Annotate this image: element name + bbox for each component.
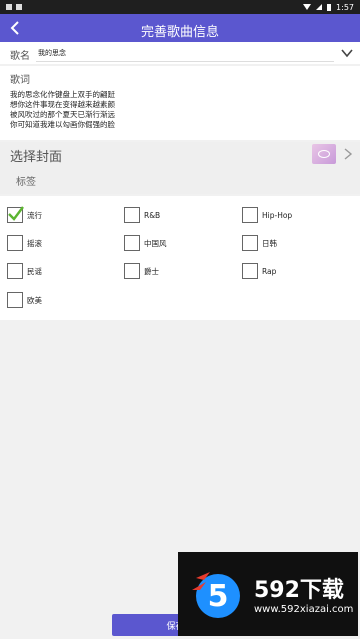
tags-grid: 流行 R&B Hip-Hop 摇滚 中国风 日韩 民谣 爵士 Rap 欧美 — [0, 196, 360, 320]
tags-label: 标签 — [16, 177, 36, 188]
cover-thumbnail[interactable] — [312, 144, 336, 164]
tag-checkbox-jazz[interactable]: 爵士 — [124, 263, 159, 279]
checkbox[interactable] — [242, 263, 258, 279]
lyrics-textarea[interactable]: 我的思念化作键盘上双手的翩跹 想你这件事现在变得越来越素颜 被风吹过的那个夏天已… — [10, 90, 130, 130]
tag-checkbox-rap[interactable]: Rap — [242, 263, 276, 279]
checkbox[interactable] — [7, 206, 24, 223]
checkbox[interactable] — [7, 292, 23, 308]
checkbox[interactable] — [124, 207, 140, 223]
song-name-row: 歌名 我的思念 — [0, 42, 360, 64]
tag-label: 摇滚 — [27, 238, 42, 248]
tag-checkbox-pop[interactable]: 流行 — [7, 206, 42, 223]
signal-icon — [316, 4, 323, 10]
status-bar: 1:57 — [0, 0, 360, 14]
lyrics-label: 歌词 — [10, 75, 30, 86]
checkbox[interactable] — [7, 235, 23, 251]
app-bar: 完善歌曲信息 — [0, 14, 360, 42]
eye-icon — [318, 150, 330, 158]
tag-label: R&B — [144, 210, 161, 220]
tag-label: 日韩 — [262, 238, 277, 248]
tag-label: 爵士 — [144, 266, 159, 276]
checkbox[interactable] — [124, 263, 140, 279]
watermark: 5 592下载 www.592xiazai.com — [178, 552, 358, 636]
song-name-input[interactable]: 我的思念 — [38, 48, 66, 58]
tag-label: 流行 — [27, 210, 42, 220]
input-underline — [36, 61, 334, 62]
select-cover-row[interactable]: 选择封面 — [0, 142, 360, 166]
tag-checkbox-folk[interactable]: 民谣 — [7, 263, 42, 279]
tag-label: 中国风 — [144, 238, 167, 248]
tag-checkbox-rock[interactable]: 摇滚 — [7, 235, 42, 251]
checkbox[interactable] — [124, 235, 140, 251]
checkmark-icon — [8, 206, 24, 221]
tag-checkbox-western[interactable]: 欧美 — [7, 292, 42, 308]
select-cover-label: 选择封面 — [10, 150, 63, 165]
page-title: 完善歌曲信息 — [140, 25, 219, 40]
tags-header: 标签 — [0, 166, 360, 194]
tag-label: 民谣 — [27, 266, 42, 276]
notification-icon — [16, 4, 22, 10]
battery-icon — [327, 3, 332, 11]
song-name-label: 歌名 — [10, 51, 30, 62]
checkbox[interactable] — [7, 263, 23, 279]
tag-label: 欧美 — [27, 295, 42, 305]
notification-icon — [6, 4, 12, 10]
lyrics-section: 歌词 我的思念化作键盘上双手的翩跹 想你这件事现在变得越来越素颜 被风吹过的那个… — [0, 66, 360, 140]
tag-checkbox-jk[interactable]: 日韩 — [242, 235, 277, 251]
svg-text:5: 5 — [208, 579, 229, 614]
status-time: 1:57 — [336, 2, 354, 12]
tag-label: Hip-Hop — [262, 210, 293, 220]
tag-checkbox-hiphop[interactable]: Hip-Hop — [242, 207, 292, 223]
watermark-brand: 592下载 — [254, 578, 344, 603]
watermark-url: www.592xiazai.com — [254, 604, 354, 615]
chevron-right-icon — [344, 148, 353, 160]
checkbox[interactable] — [242, 207, 258, 223]
watermark-logo-icon: 5 — [192, 572, 240, 618]
wifi-icon — [303, 4, 312, 10]
tag-checkbox-rnb[interactable]: R&B — [124, 207, 160, 223]
tag-label: Rap — [262, 266, 277, 276]
chevron-down-icon[interactable] — [340, 46, 354, 60]
checkbox[interactable] — [242, 235, 258, 251]
tag-checkbox-chinese-style[interactable]: 中国风 — [124, 235, 167, 251]
